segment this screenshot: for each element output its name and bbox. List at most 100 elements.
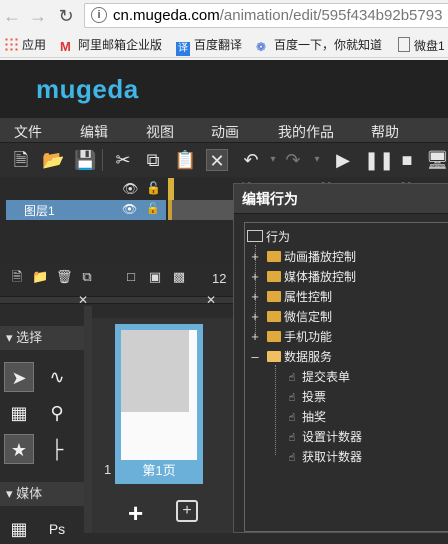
dialog-title: 编辑行为: [234, 184, 448, 214]
pages-panel: 第1页 1 + +: [92, 318, 236, 533]
section-select-header[interactable]: ▾ 选择: [0, 326, 84, 350]
tree-action[interactable]: ☝ 提交表单: [285, 367, 350, 387]
preview-icon[interactable]: 🖥: [426, 149, 448, 171]
tree-action[interactable]: ☝ 投票: [285, 387, 326, 407]
menu-edit[interactable]: 编辑: [80, 122, 108, 142]
tree-group[interactable]: + 微信定制: [249, 307, 332, 327]
tree-group[interactable]: + 媒体播放控制: [249, 267, 356, 287]
hand-pointer-icon: ☝: [288, 432, 296, 444]
menu-file[interactable]: 文件: [14, 122, 42, 142]
page-label: 第1页: [142, 463, 176, 478]
add-page-icon[interactable]: +: [128, 498, 143, 529]
menu-animation[interactable]: 动画: [211, 122, 239, 142]
open-folder-icon[interactable]: 📂: [42, 149, 64, 171]
new-folder-icon[interactable]: 📁: [32, 270, 48, 284]
tree-group[interactable]: + 属性控制: [249, 287, 332, 307]
page-thumbnail[interactable]: 第1页: [115, 324, 203, 484]
delete-icon[interactable]: ✕: [206, 149, 228, 171]
hand-pointer-icon: ☝: [288, 392, 296, 404]
menu-bar: 文件 编辑 视图 动画 我的作品 帮助: [0, 118, 448, 143]
reload-icon[interactable]: ↻: [56, 6, 76, 26]
expand-plus-icon[interactable]: +: [249, 307, 261, 327]
copy-icon[interactable]: ⧉: [142, 149, 164, 171]
new-layer-icon[interactable]: 🗎: [10, 270, 24, 284]
new-file-icon[interactable]: 🗎: [10, 149, 32, 171]
info-icon[interactable]: i: [91, 7, 107, 23]
pause-icon[interactable]: ❚❚: [364, 149, 394, 171]
collapse-triangle-icon: ▾: [6, 486, 17, 501]
expand-plus-icon[interactable]: +: [249, 267, 261, 287]
redo-dropdown-icon[interactable]: ▾: [306, 149, 328, 171]
undo-icon[interactable]: ↶: [240, 149, 262, 171]
add-page-template-icon[interactable]: +: [176, 500, 198, 522]
section-media-header[interactable]: ▾ 媒体: [0, 482, 84, 506]
mugeda-logo[interactable]: mugeda: [36, 74, 139, 105]
tree-action-label: 投票: [302, 390, 327, 404]
zoom-icon[interactable]: ⚲: [42, 398, 72, 428]
address-bar[interactable]: i cn.mugeda.com/animation/edit/595f434b9…: [84, 3, 448, 28]
menu-my-works[interactable]: 我的作品: [278, 122, 334, 142]
folder-icon: [267, 291, 281, 302]
forward-icon[interactable]: →: [28, 6, 48, 26]
bookmark-baidu[interactable]: ❁ 百度一下，你就知道: [256, 37, 382, 54]
tree-group[interactable]: + 手机功能: [249, 327, 332, 347]
stop-icon[interactable]: ■: [396, 149, 418, 171]
page-number: 1: [104, 462, 112, 477]
tree-root[interactable]: 行为: [247, 227, 290, 247]
bookmark-aliyun-mail[interactable]: M 阿里邮箱企业版: [60, 37, 162, 54]
mail-logo-icon: M: [60, 39, 71, 54]
tree-group-label: 属性控制: [284, 290, 333, 304]
keyframe-remove-icon[interactable]: ▩: [172, 270, 186, 284]
cut-icon[interactable]: ✂: [112, 149, 134, 171]
section-title: 媒体: [16, 486, 43, 501]
page-content-preview: [121, 330, 189, 412]
expand-plus-icon[interactable]: +: [249, 247, 261, 267]
star-shape-icon[interactable]: ★: [4, 434, 34, 464]
transform-icon[interactable]: ▦: [4, 398, 34, 428]
tree-action[interactable]: ☝ 抽奖: [285, 407, 326, 427]
lock-icon[interactable]: 🔓: [146, 181, 161, 195]
expand-plus-icon[interactable]: +: [249, 287, 261, 307]
back-icon[interactable]: ←: [2, 6, 22, 26]
keyframe-icon[interactable]: □: [124, 270, 138, 284]
tree-action-label: 提交表单: [302, 370, 351, 384]
photoshop-icon[interactable]: Ps: [42, 514, 72, 544]
tree-group-label: 动画播放控制: [284, 250, 357, 264]
save-icon[interactable]: 💾: [74, 149, 96, 171]
tree-group[interactable]: + 动画播放控制: [249, 247, 356, 267]
tree-action[interactable]: ☝ 设置计数器: [285, 427, 362, 447]
visibility-eye-icon[interactable]: 👁: [122, 181, 139, 197]
redo-icon[interactable]: ↷: [282, 149, 304, 171]
bookmark-label: 应用: [22, 38, 47, 52]
folder-icon: [267, 311, 281, 322]
play-icon[interactable]: ▶: [332, 149, 354, 171]
menu-view[interactable]: 视图: [146, 122, 174, 142]
layer-lock-icon[interactable]: 🔓: [146, 202, 160, 215]
undo-dropdown-icon[interactable]: ▾: [262, 149, 284, 171]
tree-action[interactable]: ☝ 获取计数器: [285, 447, 362, 467]
guide-icon[interactable]: ├: [42, 434, 72, 464]
select-arrow-icon[interactable]: ➤: [4, 362, 34, 392]
tree-group-expanded[interactable]: – 数据服务: [249, 347, 332, 367]
tree-group-label: 微信定制: [284, 310, 333, 324]
paste-icon[interactable]: 📋: [174, 149, 196, 171]
bookmark-baidu-translate[interactable]: 译百度翻译: [176, 37, 243, 56]
close-icon[interactable]: ✕: [206, 293, 216, 307]
layer-copy-icon[interactable]: ⧉: [80, 270, 94, 284]
edit-behavior-dialog: 编辑行为 行为 + 动画播放控制 + 媒体播放控制 + 属性控制 + 微信定制 + 手机功…: [233, 183, 448, 533]
bookmark-label: 百度翻译: [194, 38, 243, 52]
layer-row[interactable]: 图层1 👁 🔓: [6, 200, 166, 220]
media-grid-icon[interactable]: ▦: [4, 514, 34, 544]
menu-help[interactable]: 帮助: [371, 122, 399, 142]
url-text: cn.mugeda.com/animation/edit/595f434b92b…: [113, 7, 442, 24]
toolbar: 🗎 📂 💾 ✂ ⧉ 📋 ✕ ↶ ▾ ↷ ▾ ▶ ❚❚ ■ 🖥: [0, 143, 448, 177]
close-icon[interactable]: ✕: [78, 293, 88, 307]
collapse-minus-icon[interactable]: –: [249, 347, 261, 367]
expand-plus-icon[interactable]: +: [249, 327, 261, 347]
keyframe-add-icon[interactable]: ▣: [148, 270, 162, 284]
bookmark-weipan[interactable]: 微盘1: [398, 37, 445, 53]
trash-icon[interactable]: 🗑: [56, 270, 73, 284]
bookmark-apps[interactable]: 应用: [4, 37, 46, 53]
lasso-icon[interactable]: ∿: [42, 362, 72, 392]
layer-visibility-icon[interactable]: 👁: [122, 202, 137, 216]
